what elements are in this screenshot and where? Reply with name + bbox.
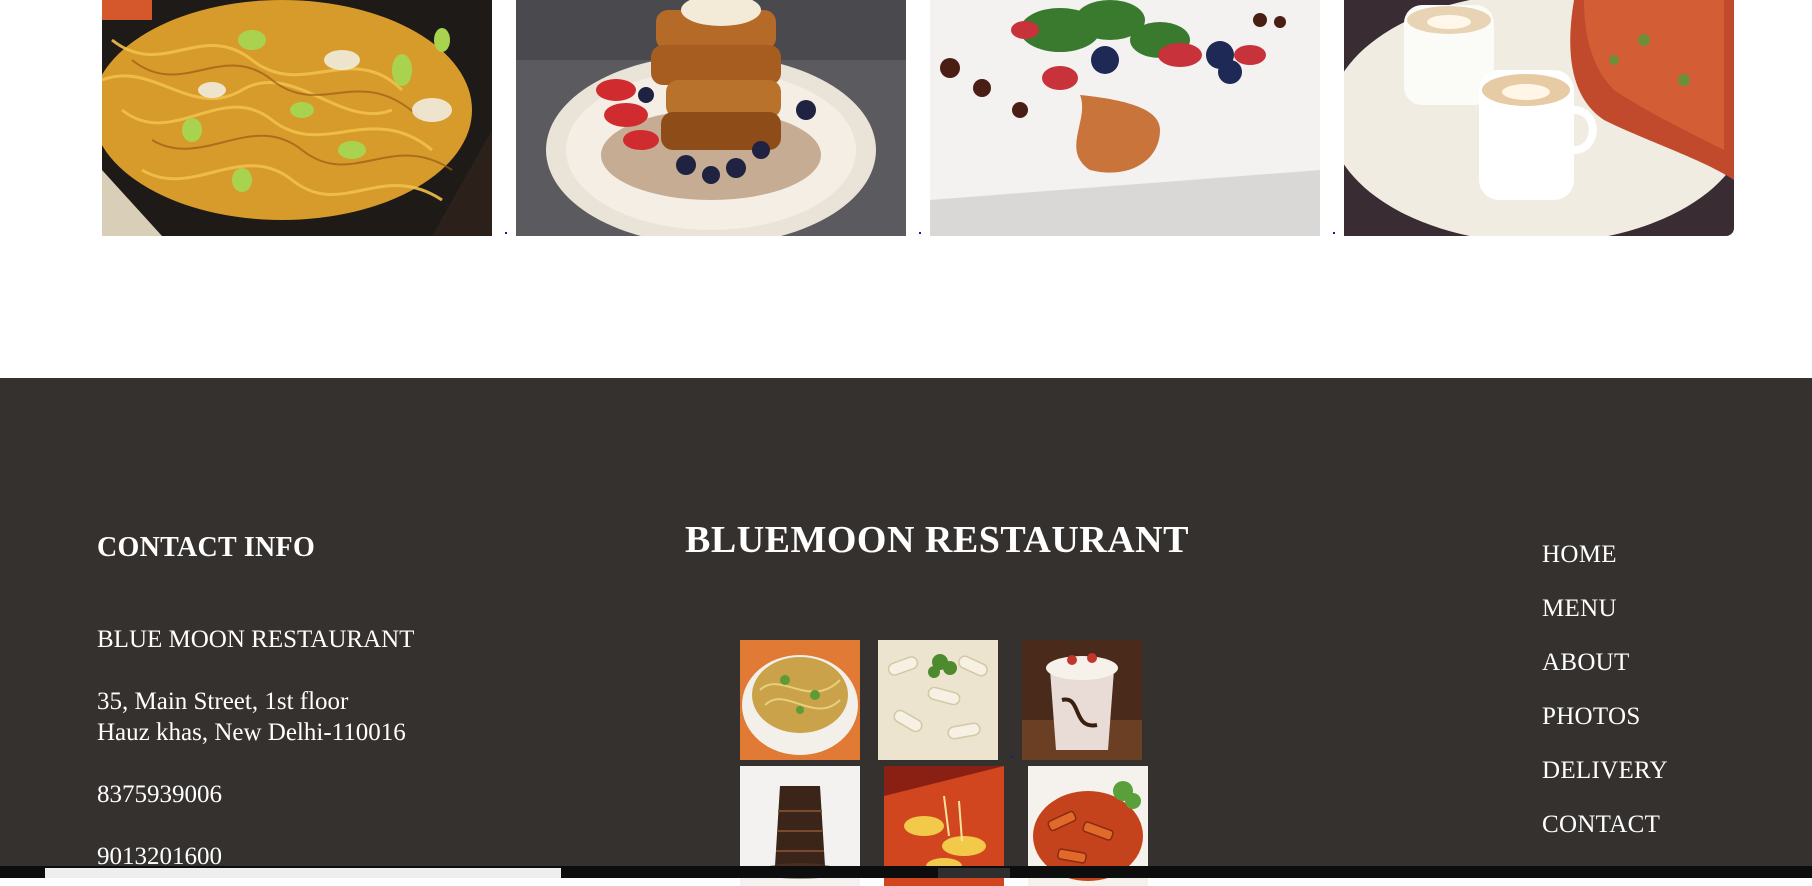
site-footer: CONTACT INFO BLUE MOON RESTAURANT 35, Ma… — [0, 378, 1812, 886]
taskbar-search-box[interactable] — [45, 868, 561, 878]
gallery-caption-dot — [505, 232, 507, 234]
thumb-milkshake[interactable] — [1022, 640, 1142, 760]
contact-address-line1: 35, Main Street, 1st floor — [97, 688, 349, 715]
thumb-white-pasta[interactable] — [878, 640, 998, 760]
footer-nav-contact[interactable]: CONTACT — [1542, 811, 1660, 839]
contact-restaurant-name: BLUE MOON RESTAURANT — [97, 626, 415, 653]
os-taskbar — [0, 866, 1812, 878]
gallery-photo-noodles[interactable] — [102, 0, 492, 236]
footer-nav-about[interactable]: ABOUT — [1542, 649, 1630, 677]
footer-nav-photos[interactable]: PHOTOS — [1542, 703, 1641, 731]
thumb-chowmein[interactable] — [740, 640, 860, 760]
footer-nav-menu[interactable]: MENU — [1542, 595, 1617, 623]
gallery-caption-dot — [919, 232, 921, 234]
gallery-photo-coffee-pizza[interactable] — [1344, 0, 1734, 236]
footer-nav-home[interactable]: HOME — [1542, 541, 1617, 569]
footer-nav-delivery[interactable]: DELIVERY — [1542, 757, 1668, 785]
contact-address-line2: Hauz khas, New Delhi-110016 — [97, 719, 406, 746]
contact-phone-1: 8375939006 — [97, 781, 222, 808]
gallery-photo-plated-salad[interactable] — [930, 0, 1320, 236]
gallery-caption-dot — [1333, 232, 1335, 234]
taskbar-active-app[interactable] — [938, 868, 1010, 878]
footer-brand-title: BLUEMOON RESTAURANT — [685, 519, 1189, 561]
thumb-caption-dot — [1011, 756, 1013, 758]
photo-gallery — [0, 0, 1812, 378]
gallery-photo-french-toast[interactable] — [516, 0, 906, 236]
